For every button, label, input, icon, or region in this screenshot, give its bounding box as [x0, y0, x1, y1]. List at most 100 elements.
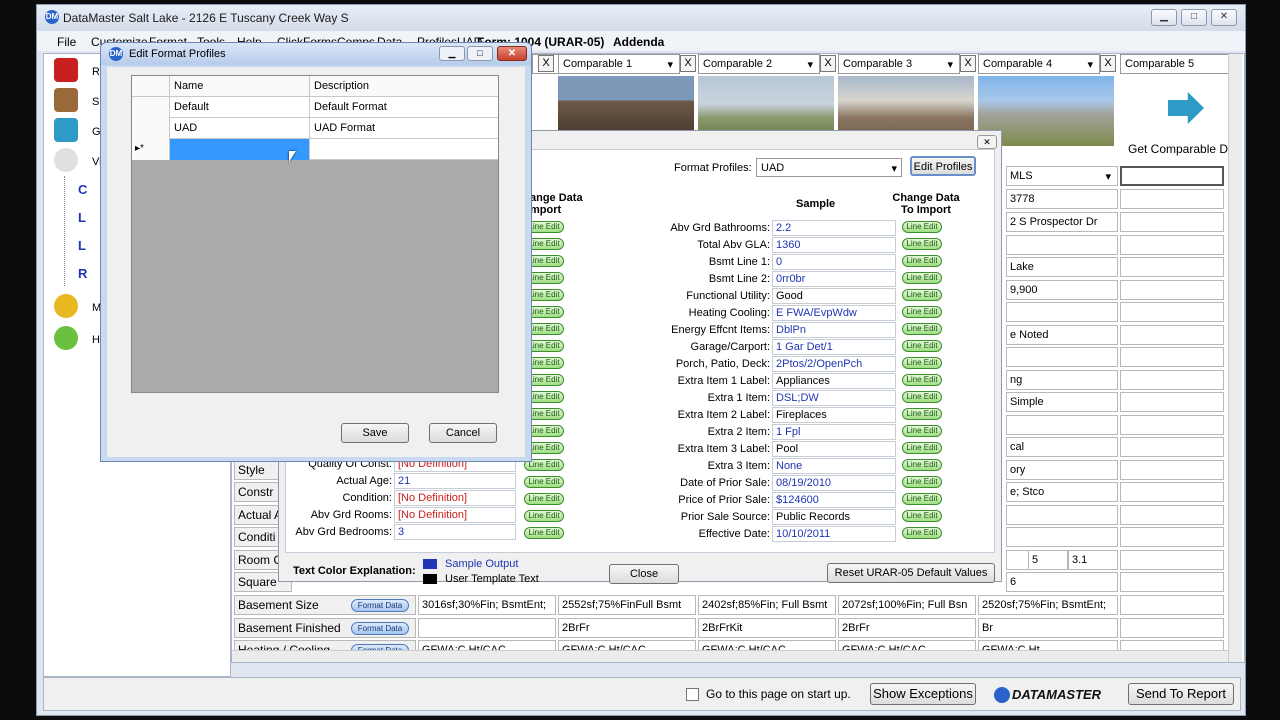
comp4-field[interactable]	[1006, 302, 1118, 322]
table-new-row[interactable]: ▸*	[132, 139, 498, 160]
comp4-field[interactable]	[1006, 527, 1118, 547]
comp4-field[interactable]	[1006, 505, 1118, 525]
get-comparable-label[interactable]: Get Comparable D	[1128, 142, 1228, 156]
comp1-basement-finished[interactable]: 2BrFr	[558, 618, 696, 638]
dialog-close-button[interactable]: ✕	[977, 135, 997, 149]
comp5-field[interactable]	[1120, 505, 1224, 525]
comparable-5-header[interactable]: Comparable 5	[1120, 54, 1242, 74]
line-edit-button[interactable]: Line Edit	[902, 527, 942, 539]
comp2-basement-finished[interactable]: 2BrFrKit	[698, 618, 836, 638]
line-edit-button[interactable]: Line Edit	[524, 527, 564, 539]
comp5-field[interactable]	[1120, 212, 1224, 232]
comp4-field[interactable]: Lake	[1006, 257, 1118, 277]
format-sample-value[interactable]: DblPn	[772, 322, 896, 338]
line-edit-button[interactable]: Line Edit	[902, 510, 942, 522]
line-edit-button[interactable]: Line Edit	[902, 408, 942, 420]
new-profile-description-cell[interactable]	[310, 139, 498, 160]
remove-comparable-2-button[interactable]: X	[820, 55, 836, 72]
comp5-field[interactable]	[1120, 415, 1224, 435]
comp4-field[interactable]: ng	[1006, 370, 1118, 390]
format-sample-value[interactable]: DSL;DW	[772, 390, 896, 406]
remove-comparable-4-button[interactable]: X	[1100, 55, 1116, 72]
send-to-report-button[interactable]: Send To Report	[1128, 683, 1234, 705]
format-sample-value[interactable]: 10/10/2011	[772, 526, 896, 542]
line-edit-button[interactable]: Line Edit	[902, 340, 942, 352]
line-edit-button[interactable]: Line Edit	[902, 289, 942, 301]
remove-comparable-3-button[interactable]: X	[960, 55, 976, 72]
subject-basement-finished[interactable]	[418, 618, 556, 638]
line-edit-button[interactable]: Line Edit	[902, 221, 942, 233]
comp5-field[interactable]	[1120, 280, 1224, 300]
line-edit-button[interactable]: Line Edit	[902, 476, 942, 488]
format-sample-value[interactable]: 3	[394, 524, 516, 540]
line-edit-button[interactable]: Line Edit	[902, 272, 942, 284]
nav-item-map[interactable]: Map	[50, 294, 113, 322]
subject-basement-size[interactable]: 3016sf;30%Fin; BsmtEnt;	[418, 595, 556, 615]
format-sample-value[interactable]: E FWA/EvpWdw	[772, 305, 896, 321]
nav-item-view[interactable]: View	[50, 148, 116, 176]
table-row[interactable]: Default Default Format	[132, 97, 498, 118]
comp5-basement-size[interactable]	[1120, 595, 1224, 615]
format-sample-value[interactable]: Pool	[772, 441, 896, 457]
close-button[interactable]: ✕	[497, 46, 527, 61]
remove-comparable-button[interactable]: X	[538, 55, 554, 72]
format-sample-value[interactable]: 08/19/2010	[772, 475, 896, 491]
column-header-name[interactable]: Name	[170, 76, 310, 97]
line-edit-button[interactable]: Line Edit	[902, 493, 942, 505]
comp3-basement-size[interactable]: 2072sf;100%Fin; Full Bsn	[838, 595, 976, 615]
line-edit-button[interactable]: Line Edit	[902, 323, 942, 335]
minimize-button[interactable]: ▁	[1151, 9, 1177, 26]
comp5-field[interactable]	[1120, 325, 1224, 345]
format-data-button[interactable]: Format Data	[351, 622, 409, 635]
profile-description-cell[interactable]: Default Format	[310, 97, 498, 118]
profile-description-cell[interactable]: UAD Format	[310, 118, 498, 139]
comp5-field[interactable]	[1120, 437, 1224, 457]
comp4-field[interactable]: 9,900	[1006, 280, 1118, 300]
table-row[interactable]: UAD UAD Format	[132, 118, 498, 139]
comp5-field[interactable]	[1120, 527, 1224, 547]
comp4-field[interactable]	[1006, 235, 1118, 255]
profile-name-cell[interactable]: Default	[170, 97, 310, 118]
comp4-field[interactable]: cal	[1006, 437, 1118, 457]
edit-profiles-button[interactable]: Edit Profiles	[910, 156, 976, 176]
comp5-field[interactable]	[1120, 460, 1224, 480]
line-edit-button[interactable]: Line Edit	[902, 374, 942, 386]
format-sample-value[interactable]: 2.2	[772, 220, 896, 236]
format-sample-value[interactable]: Appliances	[772, 373, 896, 389]
comp5-field[interactable]	[1120, 235, 1224, 255]
menu-addenda[interactable]: Addenda	[613, 35, 664, 49]
menu-file[interactable]: File	[57, 35, 76, 49]
line-edit-button[interactable]: Line Edit	[524, 493, 564, 505]
format-sample-value[interactable]: Good	[772, 288, 896, 304]
format-sample-value[interactable]: 1 Gar Det/1	[772, 339, 896, 355]
format-profiles-select[interactable]: UAD ▾	[756, 158, 902, 177]
comp4-bedrooms[interactable]: 5	[1028, 550, 1068, 570]
format-sample-value[interactable]: [No Definition]	[394, 490, 516, 506]
comp4-field[interactable]: 3778	[1006, 189, 1118, 209]
column-header-description[interactable]: Description	[310, 76, 498, 97]
line-edit-button[interactable]: Line Edit	[902, 459, 942, 471]
comp4-field[interactable]: ory	[1006, 460, 1118, 480]
format-sample-value[interactable]: 1 Fpl	[772, 424, 896, 440]
nav-item-report[interactable]: Rep	[50, 58, 112, 86]
nav-item-help[interactable]: Help	[50, 326, 115, 354]
comp2-basement-size[interactable]: 2402sf;85%Fin; Full Bsmt	[698, 595, 836, 615]
save-button[interactable]: Save	[341, 423, 409, 443]
comp4-field[interactable]	[1006, 415, 1118, 435]
comp5-field[interactable]	[1120, 257, 1224, 277]
close-dialog-button[interactable]: Close	[609, 564, 679, 584]
row-selector[interactable]	[132, 97, 170, 118]
comp5-basement-finished[interactable]	[1120, 618, 1224, 638]
format-sample-value[interactable]: None	[772, 458, 896, 474]
format-sample-value[interactable]: Fireplaces	[772, 407, 896, 423]
comp4-basement-finished[interactable]: Br	[978, 618, 1118, 638]
comp4-basement-size[interactable]: 2520sf;75%Fin; BsmtEnt;	[978, 595, 1118, 615]
format-data-button[interactable]: Format Data	[351, 599, 409, 612]
format-sample-value[interactable]: 2Ptos/2/OpenPch	[772, 356, 896, 372]
startup-checkbox[interactable]	[686, 688, 699, 701]
comp5-field[interactable]	[1120, 189, 1224, 209]
comp4-sqft[interactable]: 6	[1006, 572, 1118, 592]
comparable-3-header[interactable]: Comparable 3 ▾	[838, 54, 960, 74]
comparable-4-header[interactable]: Comparable 4 ▾	[978, 54, 1100, 74]
comp1-basement-size[interactable]: 2552sf;75%FinFull Bsmt	[558, 595, 696, 615]
